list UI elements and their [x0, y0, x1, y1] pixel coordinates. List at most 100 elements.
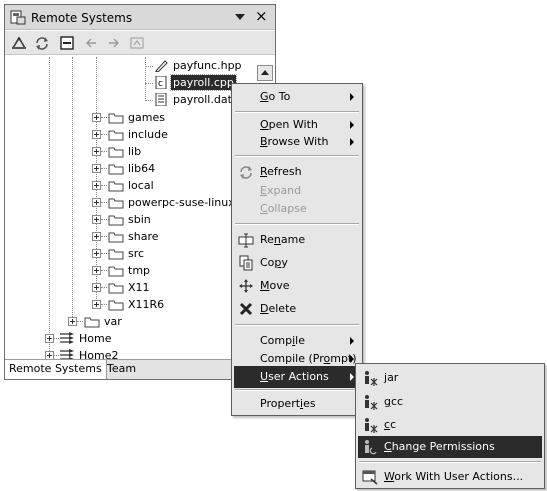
tree-guide-line [101, 117, 107, 118]
expand-icon[interactable] [92, 215, 101, 224]
menu-item-label: Go To [260, 90, 291, 103]
expand-icon[interactable] [68, 317, 77, 326]
refresh-icon [240, 166, 252, 179]
view-toolbar [5, 31, 275, 55]
menu-item-label: Open With [260, 118, 318, 131]
menu-item-change-permissions[interactable]: Change Permissions [358, 436, 542, 458]
submenu-arrow-icon [350, 121, 354, 129]
menu-item-delete[interactable]: Delete [234, 298, 360, 320]
menu-item-properties[interactable]: Properties [234, 393, 360, 415]
tree-folder-label: sbin [128, 213, 151, 226]
folder-icon [108, 215, 124, 226]
menu-item-label: jar [384, 371, 399, 384]
submenu-arrow-icon [350, 355, 354, 363]
expand-icon[interactable] [92, 164, 101, 173]
submenu-arrow-icon [350, 337, 354, 345]
collapse-all-icon[interactable] [59, 35, 75, 51]
menu-item-label: Change Permissions [384, 440, 495, 453]
menu-item-user-actions[interactable]: User Actions [234, 366, 360, 388]
tree-guide-line [101, 253, 107, 254]
menu-item-label: Delete [260, 302, 297, 315]
tab-team[interactable]: Team [103, 360, 140, 379]
tree-folder-label: powerpc-suse-linux [128, 196, 235, 209]
expand-icon[interactable] [92, 181, 101, 190]
tree-guide-line [72, 57, 73, 317]
folder-icon [108, 198, 124, 209]
rename-icon [238, 233, 254, 248]
tree-folder-label: lib64 [128, 162, 156, 175]
home-icon[interactable] [129, 35, 145, 51]
work-with-actions-icon [362, 470, 378, 485]
submenu-arrow-icon [350, 93, 354, 101]
tree-file-label: payroll.dat [173, 93, 232, 106]
tree-guide-line [101, 185, 107, 186]
menu-item-cc[interactable]: cc [358, 414, 542, 436]
menu-item-gcc[interactable]: gcc [358, 391, 542, 413]
menu-item-collapse[interactable]: Collapse [234, 198, 360, 220]
user-action-icon [365, 371, 378, 386]
menu-item-label: Move [260, 279, 290, 292]
menu-item-copy[interactable]: Copy [234, 252, 360, 274]
filter-arrows-icon [60, 332, 74, 344]
view-menu-icon[interactable] [233, 11, 247, 23]
submenu-arrow-icon [350, 373, 354, 381]
folder-icon [108, 113, 124, 124]
expand-icon[interactable] [45, 334, 54, 343]
expand-icon[interactable] [92, 130, 101, 139]
tree-guide-line [101, 304, 107, 305]
folder-icon [108, 181, 124, 192]
refresh-icon[interactable] [34, 35, 50, 51]
tree-guide-line [101, 287, 107, 288]
menu-item-rename[interactable]: Rename [234, 229, 360, 251]
menu-separator [235, 324, 359, 326]
user-action-icon [365, 418, 378, 433]
menu-item-browse-with[interactable]: Browse With [234, 131, 360, 153]
tree-folder-label: share [128, 230, 159, 243]
tree-folder-label: var [104, 315, 122, 328]
scroll-up-button[interactable] [257, 65, 273, 81]
expand-icon[interactable] [92, 266, 101, 275]
menu-item-label: gcc [384, 395, 404, 408]
tree-folder-label: games [128, 111, 165, 124]
tree-guide-line [101, 134, 107, 135]
tree-folder-label: tmp [128, 264, 151, 277]
tree-guide-line [49, 57, 50, 353]
tree-guide-line [101, 151, 107, 152]
menu-separator [235, 389, 359, 391]
tree-guide-line [101, 168, 107, 169]
tree-file-label: payroll.cpp [170, 74, 237, 91]
remote-systems-view-icon [10, 10, 26, 25]
menu-item-label: Refresh [260, 165, 302, 178]
menu-item-go-to[interactable]: Go To [234, 86, 360, 108]
close-icon[interactable]: × [255, 8, 268, 24]
forward-arrow-icon[interactable] [106, 35, 122, 51]
menu-item-move[interactable]: Move [234, 275, 360, 297]
tree-guide-line [145, 57, 146, 101]
expand-icon[interactable] [92, 147, 101, 156]
expand-icon[interactable] [92, 113, 101, 122]
tab-remote-systems[interactable]: Remote Systems [5, 360, 107, 379]
expand-icon[interactable] [92, 283, 101, 292]
expand-icon[interactable] [92, 232, 101, 241]
menu-item-label: Rename [260, 233, 306, 246]
back-arrow-icon[interactable] [83, 35, 99, 51]
expand-icon[interactable] [92, 198, 101, 207]
svg-text:c: c [158, 79, 163, 89]
tree-folder-label: include [128, 128, 168, 141]
menu-item-work-with-user-actions[interactable]: Work With User Actions... [358, 466, 542, 488]
menu-item-jar[interactable]: jar [358, 367, 542, 389]
expand-icon[interactable] [92, 300, 101, 309]
user-actions-submenu: jar gcc cc Change Permissions Work With … [355, 363, 545, 489]
menu-item-label: cc [384, 418, 397, 431]
tree-filter-label: Home [79, 332, 112, 345]
tree-guide-line [145, 66, 153, 67]
menu-separator [235, 155, 359, 157]
expand-icon[interactable] [92, 249, 101, 258]
menu-separator [235, 111, 359, 113]
menu-item-label: Compile (Prompt) [260, 352, 357, 365]
folder-icon [108, 300, 124, 311]
menu-item-label: Expand [260, 184, 302, 197]
delete-icon [239, 302, 253, 316]
tree-folder-label: lib [128, 145, 142, 158]
remote-connection-icon[interactable] [11, 35, 27, 51]
